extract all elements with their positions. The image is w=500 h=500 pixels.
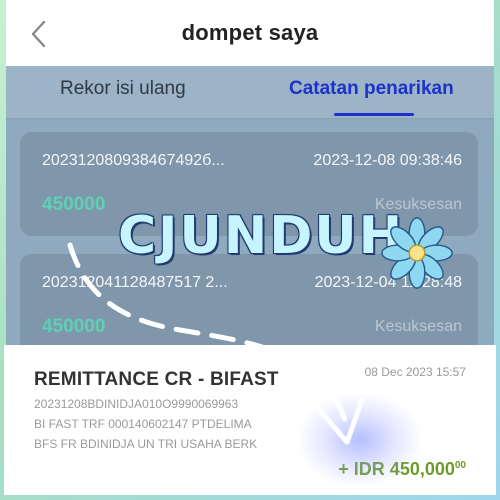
transaction-status: Kesuksesan <box>374 318 462 335</box>
chevron-left-icon <box>31 20 46 48</box>
wallet-screen: dompet saya Rekor isi ulang Catatan pena… <box>6 0 494 350</box>
tab-topup-history[interactable]: Rekor isi ulang <box>60 78 186 100</box>
app-header: dompet saya <box>6 0 494 66</box>
tab-bar: Rekor isi ulang Catatan penarikan <box>6 66 494 119</box>
watermark-logo: CJUNDUH <box>118 206 405 266</box>
transaction-date: 2023-12-08 09:38:46 <box>313 152 462 169</box>
transaction-id: 202312080938467492б... <box>42 152 225 169</box>
tab-withdrawal-history[interactable]: Catatan penarikan <box>289 78 454 100</box>
notification-detail-line: BFS FR BDINIDJA UN TRI USAHA BERK <box>34 437 258 451</box>
notification-detail-line: 20231208BDINIDJA010O9990069963 <box>34 397 239 411</box>
transaction-amount: 450000 <box>42 316 106 337</box>
bank-transfer-notification: REMITTANCE CR - BIFAST 08 Dec 2023 15:57… <box>4 345 496 495</box>
notification-detail-line: BI FAST TRF 000140602147 PTDELIMA <box>34 417 252 431</box>
transaction-amount: 450000 <box>42 194 106 215</box>
transaction-id: 202312041128487517 2... <box>42 274 228 291</box>
notification-date: 08 Dec 2023 15:57 <box>364 365 466 379</box>
active-tab-indicator <box>334 113 414 116</box>
back-button[interactable] <box>24 20 52 48</box>
credit-amount-cents: 00 <box>454 460 466 471</box>
flower-icon <box>381 217 453 289</box>
page-title: dompet saya <box>181 20 319 45</box>
notification-title: REMITTANCE CR - BIFAST <box>34 369 279 390</box>
highlight-glow <box>300 395 420 485</box>
